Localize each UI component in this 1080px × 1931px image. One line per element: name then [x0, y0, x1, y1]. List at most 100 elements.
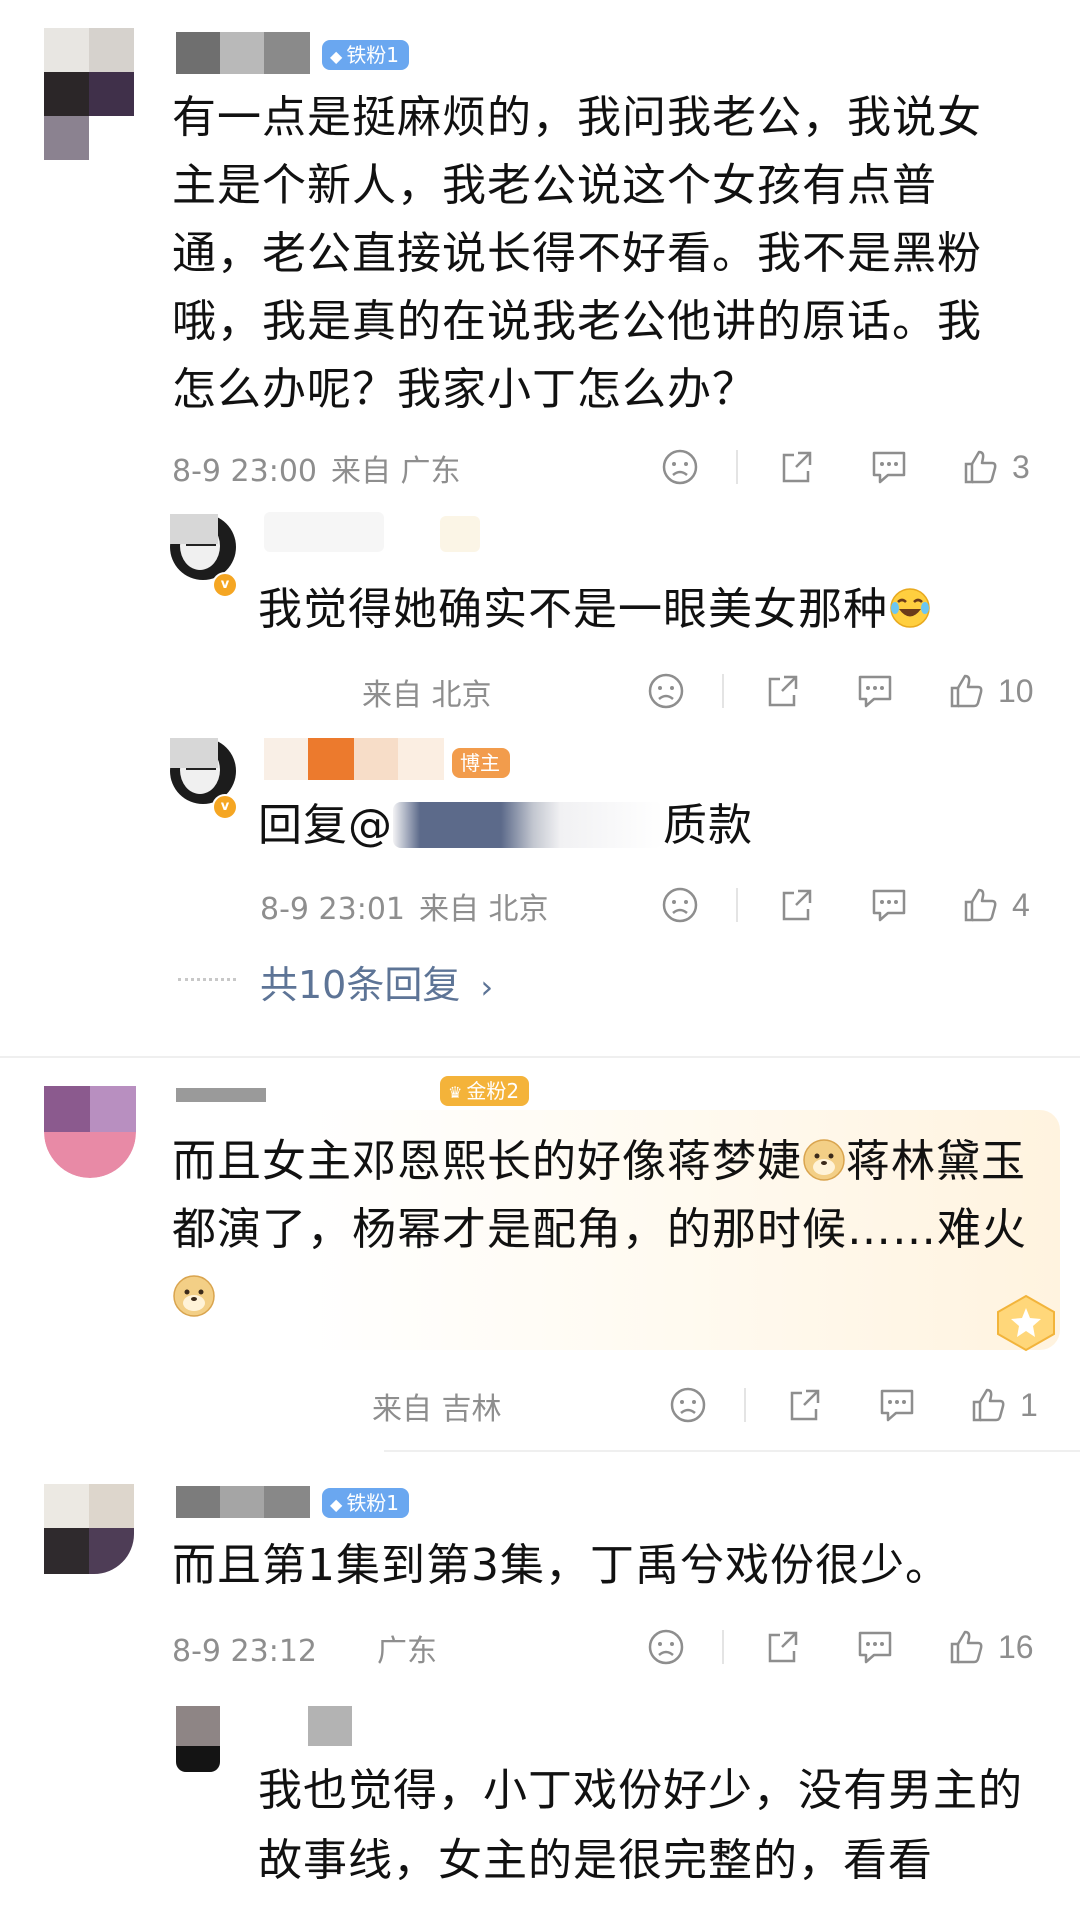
comment-meta: 8-9 23:12 广东: [172, 1626, 437, 1670]
comment-location: 来自 广东: [331, 454, 461, 489]
doge-emoji-icon: [173, 1275, 215, 1317]
divider: [384, 1450, 1080, 1452]
chevron-right-icon: ›: [480, 968, 494, 1006]
verified-badge: v: [212, 572, 238, 598]
dislike-button[interactable]: [668, 1382, 708, 1428]
dislike-button[interactable]: [660, 882, 700, 928]
comment-icon: [880, 1389, 914, 1422]
crown-icon: ♛: [448, 1083, 463, 1102]
avatar[interactable]: [44, 1086, 136, 1178]
reply-time: 8-9 23:01: [260, 892, 405, 927]
comment-text: 有一点是挺麻烦的，我问我老公，我说女主是个新人，我老公说这个女孩有点普通，老公直…: [172, 92, 982, 415]
comment-icon: [872, 451, 906, 484]
reply-text: 回复@ 质款: [258, 800, 753, 851]
reply-meta: 8-9 23:01 来自 北京: [260, 884, 549, 928]
like-button[interactable]: 4: [960, 882, 1030, 928]
divider: [722, 674, 724, 708]
avatar[interactable]: [176, 1706, 220, 1772]
comment-location: 来自 吉林: [372, 1392, 502, 1427]
divider: [736, 450, 738, 484]
username-blurred[interactable]: [308, 1706, 352, 1746]
fan-badge: ◆ 铁粉1: [322, 40, 410, 70]
reply-button[interactable]: [876, 1382, 918, 1428]
mention-blurred[interactable]: [393, 802, 663, 848]
username-blurred[interactable]: [176, 1088, 266, 1130]
share-icon: [782, 889, 812, 921]
blogger-badge: 博主: [452, 748, 510, 778]
dislike-button[interactable]: [646, 668, 686, 714]
comment-actions: 3: [660, 444, 1060, 490]
username-blurred[interactable]: [176, 32, 310, 74]
comment-meta: 8-9 23:00 来自 广东: [172, 446, 461, 490]
comment-meta: 来自 吉林: [172, 1384, 502, 1428]
username-blurred[interactable]: [264, 738, 444, 780]
more-replies-link[interactable]: 共10条回复 ›: [260, 954, 493, 1009]
avatar[interactable]: [44, 28, 134, 160]
comment-actions: 16: [646, 1624, 1066, 1670]
comment-icon: [872, 889, 906, 922]
diamond-icon: ◆: [330, 1495, 343, 1514]
like-count: 1: [1020, 1386, 1038, 1423]
like-count: 10: [998, 672, 1034, 709]
comment-actions: 1: [668, 1382, 1068, 1428]
fan-badge: ♛ 金粉2: [440, 1076, 530, 1106]
share-button[interactable]: [762, 1624, 802, 1670]
share-button[interactable]: [776, 882, 816, 928]
share-button[interactable]: [762, 668, 802, 714]
dotted-leader: [178, 978, 236, 981]
like-count: 4: [1012, 886, 1030, 923]
comment-location: 广东: [377, 1634, 437, 1669]
divider: [722, 1630, 724, 1664]
frown-face-icon: [662, 449, 698, 485]
reply-location: 来自 北京: [419, 892, 549, 927]
frown-face-icon: [648, 673, 684, 709]
comment-icon: [858, 675, 892, 708]
reply-location: 来自 北京: [362, 678, 492, 713]
reply-button[interactable]: [868, 444, 910, 490]
thumbs-up-icon: [950, 674, 983, 708]
frown-face-icon: [670, 1387, 706, 1423]
reply-meta: 来自 北京: [348, 670, 492, 714]
share-icon: [790, 1389, 820, 1421]
reply-button[interactable]: [868, 882, 910, 928]
reply-button[interactable]: [854, 668, 896, 714]
like-button[interactable]: 3: [960, 444, 1030, 490]
comment-icon: [858, 1631, 892, 1664]
comment-time: 8-9 23:12: [172, 1634, 317, 1669]
reply-actions: 10: [646, 668, 1066, 714]
divider: [736, 888, 738, 922]
reply-text: 我也觉得，小丁戏份好少，没有男主的故事线，女主的是很完整的，看看: [258, 1765, 1023, 1886]
thumbs-up-icon: [950, 1630, 983, 1664]
like-button[interactable]: 1: [968, 1382, 1038, 1428]
comment-time: 8-9 23:00: [172, 454, 317, 489]
avatar[interactable]: [44, 1484, 134, 1592]
like-button[interactable]: 16: [946, 1624, 1034, 1670]
share-button[interactable]: [784, 1382, 824, 1428]
doge-emoji-icon: [803, 1139, 845, 1181]
laugh-cry-emoji-icon: [890, 588, 930, 628]
like-count: 16: [998, 1628, 1034, 1665]
thumbs-up-icon: [964, 450, 997, 484]
star-badge-icon: [997, 1294, 1055, 1352]
thumbs-up-icon: [964, 888, 997, 922]
share-button[interactable]: [776, 444, 816, 490]
like-count: 3: [1012, 448, 1030, 485]
reply-actions: 4: [660, 882, 1060, 928]
dislike-button[interactable]: [660, 444, 700, 490]
reply-button[interactable]: [854, 1624, 896, 1670]
verified-badge: v: [212, 794, 238, 820]
like-button[interactable]: 10: [946, 668, 1034, 714]
fan-badge: ◆ 铁粉1: [322, 1488, 410, 1518]
thumbs-up-icon: [972, 1388, 1005, 1422]
reply-text: 我觉得她确实不是一眼美女那种: [258, 576, 1048, 644]
share-icon: [768, 1631, 798, 1663]
username-blurred[interactable]: [176, 1486, 310, 1528]
share-icon: [782, 451, 812, 483]
comment-text: 而且女主邓恩熙长的好像蒋梦婕 蒋林黛玉都演了，杨幂才是配角，的那时候……难火: [172, 1128, 1032, 1332]
divider: [744, 1388, 746, 1422]
dislike-button[interactable]: [646, 1624, 686, 1670]
divider: [0, 1056, 1080, 1058]
diamond-icon: ◆: [330, 47, 343, 66]
username-blurred[interactable]: [264, 512, 384, 552]
frown-face-icon: [648, 1629, 684, 1665]
